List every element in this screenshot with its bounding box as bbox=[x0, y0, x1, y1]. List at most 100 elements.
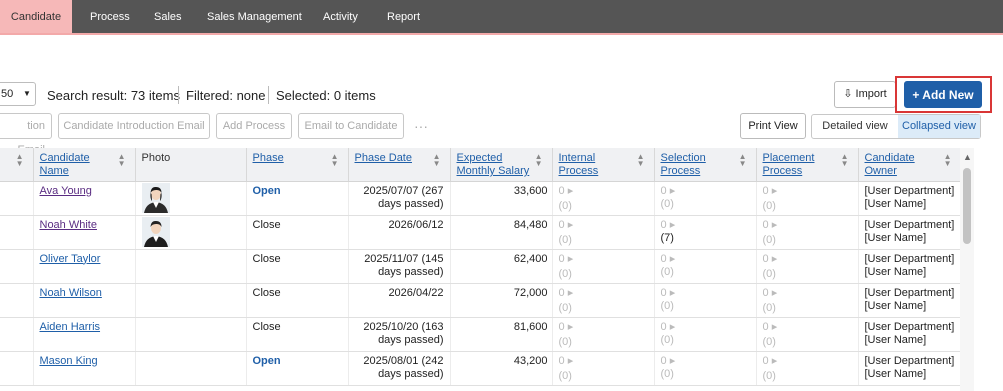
nav-process[interactable]: Process bbox=[90, 0, 130, 33]
process-count[interactable]: 0 bbox=[661, 219, 667, 231]
sort-icon[interactable]: ▲ ▼ bbox=[433, 153, 441, 168]
add-process-button[interactable]: Add Process bbox=[216, 113, 292, 139]
phase-date: 2025/11/07 (145 days passed) bbox=[348, 249, 451, 284]
chevron-right-icon[interactable]: ▸ bbox=[568, 321, 574, 333]
scrollbar-thumb[interactable] bbox=[963, 168, 971, 244]
process-count[interactable]: 0 bbox=[763, 219, 769, 231]
chevron-right-icon[interactable]: ▸ bbox=[670, 287, 676, 299]
collapsed-view-option[interactable]: Collapsed view bbox=[898, 115, 980, 138]
chevron-right-icon[interactable]: ▸ bbox=[568, 287, 574, 299]
process-count[interactable]: 0 bbox=[661, 253, 667, 265]
nav-sales-management[interactable]: Sales Management bbox=[207, 0, 302, 33]
column-header[interactable]: Placement Process ▲ ▼ bbox=[756, 148, 859, 182]
process-count[interactable]: 0 bbox=[763, 185, 769, 197]
process-count[interactable]: 0 bbox=[559, 287, 565, 299]
sort-icon[interactable]: ▲ ▼ bbox=[16, 153, 24, 168]
chevron-right-icon[interactable]: ▸ bbox=[568, 185, 574, 197]
process-count[interactable]: 0 bbox=[661, 287, 667, 299]
column-header-label: Candidate Name bbox=[39, 152, 90, 177]
process-count[interactable]: 0 bbox=[661, 185, 667, 197]
nav-candidate[interactable]: Candidate bbox=[0, 0, 72, 33]
select-column-header: ▲ ▼ bbox=[0, 148, 34, 182]
table-row[interactable]: Aiden Harris Close 2025/10/20 (163 days pa… bbox=[0, 317, 962, 352]
column-header: Photo bbox=[135, 148, 247, 182]
column-header[interactable]: Candidate Owner ▲ ▼ bbox=[858, 148, 962, 182]
import-button[interactable]: ⇩ Import bbox=[834, 81, 896, 108]
candidate-name-link[interactable]: Noah Wilson bbox=[40, 287, 102, 299]
column-header[interactable]: Internal Process ▲ ▼ bbox=[552, 148, 655, 182]
row-select-cell[interactable] bbox=[0, 181, 34, 216]
table-row[interactable]: Oliver Taylor Close 2025/11/07 (145 days p… bbox=[0, 249, 962, 284]
chevron-right-icon[interactable]: ▸ bbox=[670, 253, 676, 265]
process-count[interactable]: 0 bbox=[763, 287, 769, 299]
chevron-right-icon[interactable]: ▸ bbox=[568, 219, 574, 231]
row-select-cell[interactable] bbox=[0, 351, 34, 386]
chevron-right-icon[interactable]: ▸ bbox=[772, 185, 778, 197]
nav-report[interactable]: Report bbox=[387, 0, 420, 33]
per-page-select[interactable]: 50 ▼ bbox=[0, 82, 36, 106]
sort-icon[interactable]: ▲ ▼ bbox=[739, 153, 747, 168]
process-count[interactable]: 0 bbox=[763, 355, 769, 367]
print-view-button[interactable]: Print View bbox=[740, 113, 806, 139]
candidate-name-link[interactable]: Ava Young bbox=[40, 185, 92, 197]
process-count[interactable]: 0 bbox=[661, 321, 667, 333]
chevron-right-icon[interactable]: ▸ bbox=[568, 253, 574, 265]
candidate-name-link[interactable]: Aiden Harris bbox=[40, 321, 101, 333]
column-header[interactable]: Phase ▲ ▼ bbox=[246, 148, 349, 182]
process-count[interactable]: 0 bbox=[763, 253, 769, 265]
vertical-scrollbar[interactable]: ▲ bbox=[960, 148, 974, 391]
sort-icon[interactable]: ▲ ▼ bbox=[637, 153, 645, 168]
row-select-cell[interactable] bbox=[0, 215, 34, 250]
row-select-cell[interactable] bbox=[0, 249, 34, 284]
column-header[interactable]: Expected Monthly Salary ▲ ▼ bbox=[450, 148, 553, 182]
process-count[interactable]: 0 bbox=[559, 253, 565, 265]
sort-icon[interactable]: ▲ ▼ bbox=[535, 153, 543, 168]
table-row[interactable]: Noah Wilson Close 2026/04/22 72,000 0 ▸ (0) 0 … bbox=[0, 283, 962, 318]
chevron-right-icon[interactable]: ▸ bbox=[772, 287, 778, 299]
column-header[interactable]: Candidate Name ▲ ▼ bbox=[33, 148, 136, 182]
process-count[interactable]: 0 bbox=[559, 321, 565, 333]
sort-icon[interactable]: ▲ ▼ bbox=[331, 153, 339, 168]
candidate-photo-icon bbox=[141, 216, 170, 247]
scroll-up-icon[interactable]: ▲ bbox=[963, 152, 972, 162]
process-count[interactable]: 0 bbox=[661, 355, 667, 367]
chevron-right-icon[interactable]: ▸ bbox=[670, 355, 676, 367]
row-select-cell[interactable] bbox=[0, 283, 34, 318]
chevron-right-icon[interactable]: ▸ bbox=[772, 321, 778, 333]
detailed-view-option[interactable]: Detailed view bbox=[812, 115, 898, 138]
process-subcount: (0) bbox=[660, 367, 674, 380]
table-row[interactable]: Noah White Close 2026/06/12 84,480 0 ▸ (0) 0 ▸… bbox=[0, 215, 962, 250]
introduction-email-button[interactable]: tion Email bbox=[0, 113, 52, 156]
table-row[interactable]: Ava Young Open 2025/07/07 (267 days passed… bbox=[0, 181, 962, 216]
chevron-right-icon[interactable]: ▸ bbox=[568, 355, 574, 367]
nav-sales[interactable]: Sales bbox=[154, 0, 182, 33]
column-header[interactable]: Selection Process ▲ ▼ bbox=[654, 148, 757, 182]
email-to-candidate-button[interactable]: Email to Candidate bbox=[298, 113, 404, 139]
sort-icon[interactable]: ▲ ▼ bbox=[841, 153, 849, 168]
nav-activity[interactable]: Activity bbox=[323, 0, 358, 33]
sort-icon[interactable]: ▲ ▼ bbox=[118, 153, 126, 168]
candidate-name-link[interactable]: Mason King bbox=[40, 355, 98, 367]
table-row[interactable]: Mason King Open 2025/08/01 (242 days passe… bbox=[0, 351, 962, 386]
chevron-right-icon[interactable]: ▸ bbox=[670, 321, 676, 333]
chevron-right-icon[interactable]: ▸ bbox=[772, 253, 778, 265]
process-count[interactable]: 0 bbox=[559, 355, 565, 367]
sort-icon[interactable]: ▲ ▼ bbox=[944, 153, 952, 168]
row-select-cell[interactable] bbox=[0, 317, 34, 352]
column-header[interactable]: Phase Date ▲ ▼ bbox=[348, 148, 451, 182]
placement-process-cell: 0 ▸ (0) bbox=[756, 317, 859, 352]
chevron-right-icon[interactable]: ▸ bbox=[670, 185, 676, 197]
chevron-right-icon[interactable]: ▸ bbox=[772, 355, 778, 367]
top-nav: Candidate Process Sales Sales Management… bbox=[0, 0, 1003, 35]
process-count[interactable]: 0 bbox=[559, 185, 565, 197]
chevron-right-icon[interactable]: ▸ bbox=[670, 219, 676, 231]
candidate-name-link[interactable]: Oliver Taylor bbox=[40, 253, 101, 265]
process-count[interactable]: 0 bbox=[559, 219, 565, 231]
phase-date: 2026/04/22 bbox=[348, 283, 451, 318]
candidate-name-link[interactable]: Noah White bbox=[40, 219, 97, 231]
chevron-right-icon[interactable]: ▸ bbox=[772, 219, 778, 231]
process-count[interactable]: 0 bbox=[763, 321, 769, 333]
more-actions-icon[interactable]: ··· bbox=[414, 118, 428, 134]
candidate-introduction-email-button[interactable]: Candidate Introduction Email bbox=[58, 113, 210, 139]
divider bbox=[268, 86, 269, 104]
